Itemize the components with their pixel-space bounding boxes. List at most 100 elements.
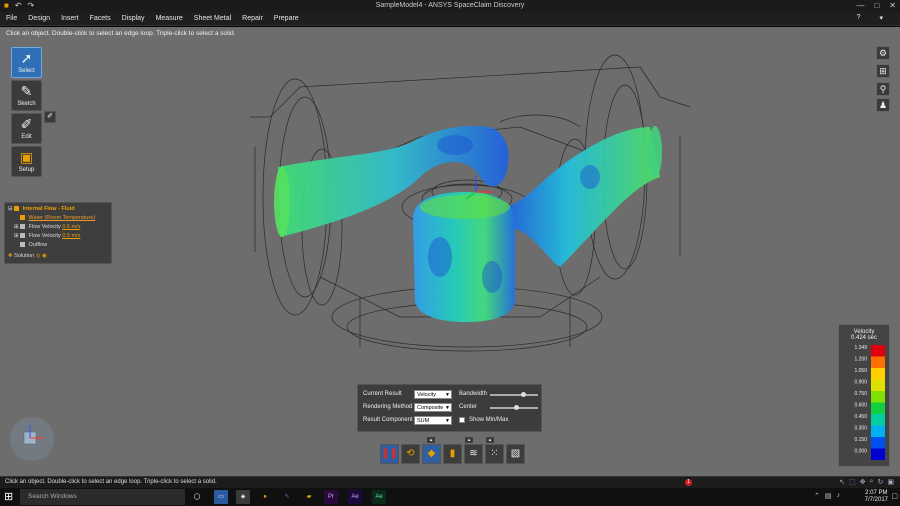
spaceclaim-taskbar-icon[interactable]: ◈ (236, 490, 250, 504)
system-tray: ⌃ ▤ ♪ (814, 492, 840, 500)
menu-file[interactable]: File (6, 15, 17, 22)
outflow-icon (20, 242, 25, 248)
setup-tool-button[interactable]: ▣ Setup (11, 146, 42, 177)
animate-icon[interactable]: ◉ (42, 253, 47, 259)
notifications-icon[interactable]: ▢ (891, 492, 898, 500)
folder-icon (14, 206, 20, 212)
after-effects-icon[interactable]: Ae (348, 490, 362, 504)
tree-item-solution[interactable]: ✚ Solution ◎ ◉ (8, 252, 108, 261)
chevron-up-icon[interactable]: ⌃ (814, 492, 820, 500)
microphone-icon[interactable]: ◯ (190, 490, 204, 504)
show-minmax-label: Show Min/Max (469, 417, 509, 423)
reset-button[interactable]: ⟲ (401, 444, 420, 464)
expand-icon[interactable]: ⊞ (14, 233, 19, 239)
windows-start-icon[interactable]: ⊞ (4, 491, 16, 503)
cursor-icon[interactable]: ↖ (839, 478, 845, 486)
maximize-button[interactable]: □ (874, 1, 879, 10)
current-result-value: Velocity (417, 392, 436, 398)
people-icon[interactable]: ♟ (876, 98, 890, 112)
right-pipe-flow (505, 127, 660, 267)
premiere-icon[interactable]: Pr (324, 490, 338, 504)
expand-icon[interactable]: ⊞ (14, 224, 19, 230)
error-badge[interactable]: 1 (685, 479, 692, 486)
collapse-icon[interactable]: ⊟ (8, 206, 13, 212)
rendering-method-select[interactable]: Composite ▼ (414, 403, 452, 412)
bandwidth-slider-knob[interactable] (520, 392, 526, 397)
sketch-tool-button[interactable]: ✎ Sketch (11, 80, 42, 111)
legend-swatch (871, 414, 885, 426)
edit-tool-label: Edit (21, 134, 32, 140)
material-link[interactable]: Water (Room Temperature) (29, 215, 96, 221)
menu-measure[interactable]: Measure (156, 15, 183, 22)
3d-viewport[interactable]: Click an object. Double-click to select … (0, 27, 900, 476)
network-icon[interactable]: ▤ (825, 492, 832, 500)
task-view-icon[interactable]: ▭ (214, 490, 228, 504)
caret-up-icon[interactable]: ▴ (427, 437, 435, 443)
menu-repair[interactable]: Repair (242, 15, 263, 22)
surface-button[interactable]: ▧ (506, 444, 525, 464)
selection-filter-icon[interactable]: ⬚ (849, 478, 856, 486)
edit-tool-button[interactable]: ✐ Edit (11, 113, 42, 144)
tree-item-outflow[interactable]: Outflow (8, 241, 108, 250)
volume-render-button[interactable]: ◆ (422, 444, 441, 464)
options-icon[interactable]: ▾ (879, 14, 883, 22)
animate-app-icon[interactable]: Ae (372, 490, 386, 504)
inlet-1-value[interactable]: 0.5 m/s (62, 224, 80, 230)
sketch-tool-label: Sketch (17, 101, 36, 107)
center-slider[interactable] (490, 405, 538, 410)
zoom-icon[interactable]: ⌕ (870, 478, 874, 486)
legend-tick-label: 0.300 (854, 426, 867, 432)
caret-up-icon[interactable]: ▴ (465, 437, 473, 443)
move-icon[interactable]: ✥ (860, 478, 866, 486)
pause-button[interactable]: ❚❚ (380, 444, 399, 464)
legend-swatch (871, 379, 885, 391)
menu-facets[interactable]: Facets (90, 15, 111, 22)
particles-button[interactable]: ⁙ (485, 444, 504, 464)
view-cube[interactable] (10, 417, 54, 461)
add-icon[interactable]: ✚ (8, 253, 13, 259)
menu-prepare[interactable]: Prepare (274, 15, 299, 22)
menu-insert[interactable]: Insert (61, 15, 79, 22)
edit-options-button[interactable]: ✐ (44, 111, 56, 123)
plane-button[interactable]: ▮ (443, 444, 462, 464)
windows-search-box[interactable]: Search Windows (20, 489, 185, 505)
tree-item-inlet-2[interactable]: ⊞ Flow Velocity 0.5 m/s (8, 232, 108, 241)
caret-up-icon[interactable]: ▴ (486, 437, 494, 443)
view-icon[interactable]: ▣ (887, 478, 894, 486)
center-label: Center (459, 404, 478, 410)
legend-tick-label: 1.349 (854, 345, 867, 351)
clock-time: 2:07 PM (865, 490, 888, 496)
bandwidth-slider[interactable] (490, 392, 538, 397)
taskbar-clock[interactable]: 2:07 PM 7/7/2017 (865, 490, 888, 504)
inlet-2-label: Flow Velocity (28, 233, 61, 239)
minimize-button[interactable]: — (856, 1, 864, 10)
streamlines-button[interactable]: ≋ (464, 444, 483, 464)
select-tool-label: Select (18, 68, 35, 74)
help-icon[interactable]: ? (857, 14, 861, 22)
inlet-2-value[interactable]: 0.5 m/s (62, 233, 80, 239)
chrome-icon[interactable]: ● (258, 490, 272, 504)
center-slider-knob[interactable] (514, 405, 520, 410)
file-explorer-icon[interactable]: ▰ (302, 490, 316, 504)
structure-icon[interactable]: ⊞ (876, 64, 890, 78)
tree-item-inlet-1[interactable]: ⊞ Flow Velocity 0.5 m/s (8, 223, 108, 232)
show-minmax-checkbox[interactable] (459, 417, 465, 423)
sketchbook-icon[interactable]: ✎ (280, 490, 294, 504)
tree-item-internal-flow[interactable]: ⊟ Internal Flow - Fluid (8, 205, 108, 214)
settings-gear-icon[interactable]: ⚙ (876, 46, 890, 60)
probe-icon[interactable]: ⚲ (876, 82, 890, 96)
left-pipe-inlet (274, 167, 290, 237)
tree-item-material[interactable]: Water (Room Temperature) (8, 214, 108, 223)
menu-design[interactable]: Design (28, 15, 50, 22)
volume-icon[interactable]: ♪ (837, 492, 841, 500)
result-component-select[interactable]: SUM ▼ (414, 416, 452, 425)
menu-display[interactable]: Display (122, 15, 145, 22)
select-tool-button[interactable]: ➚ Select (11, 47, 42, 78)
close-button[interactable]: ✕ (889, 1, 896, 10)
rotate-icon[interactable]: ↻ (878, 478, 884, 486)
tree-header-label: Internal Flow - Fluid (22, 206, 75, 212)
legend-swatch (871, 437, 885, 449)
current-result-select[interactable]: Velocity ▼ (414, 390, 452, 399)
solve-icon[interactable]: ◎ (36, 253, 41, 259)
menu-sheet-metal[interactable]: Sheet Metal (194, 15, 231, 22)
